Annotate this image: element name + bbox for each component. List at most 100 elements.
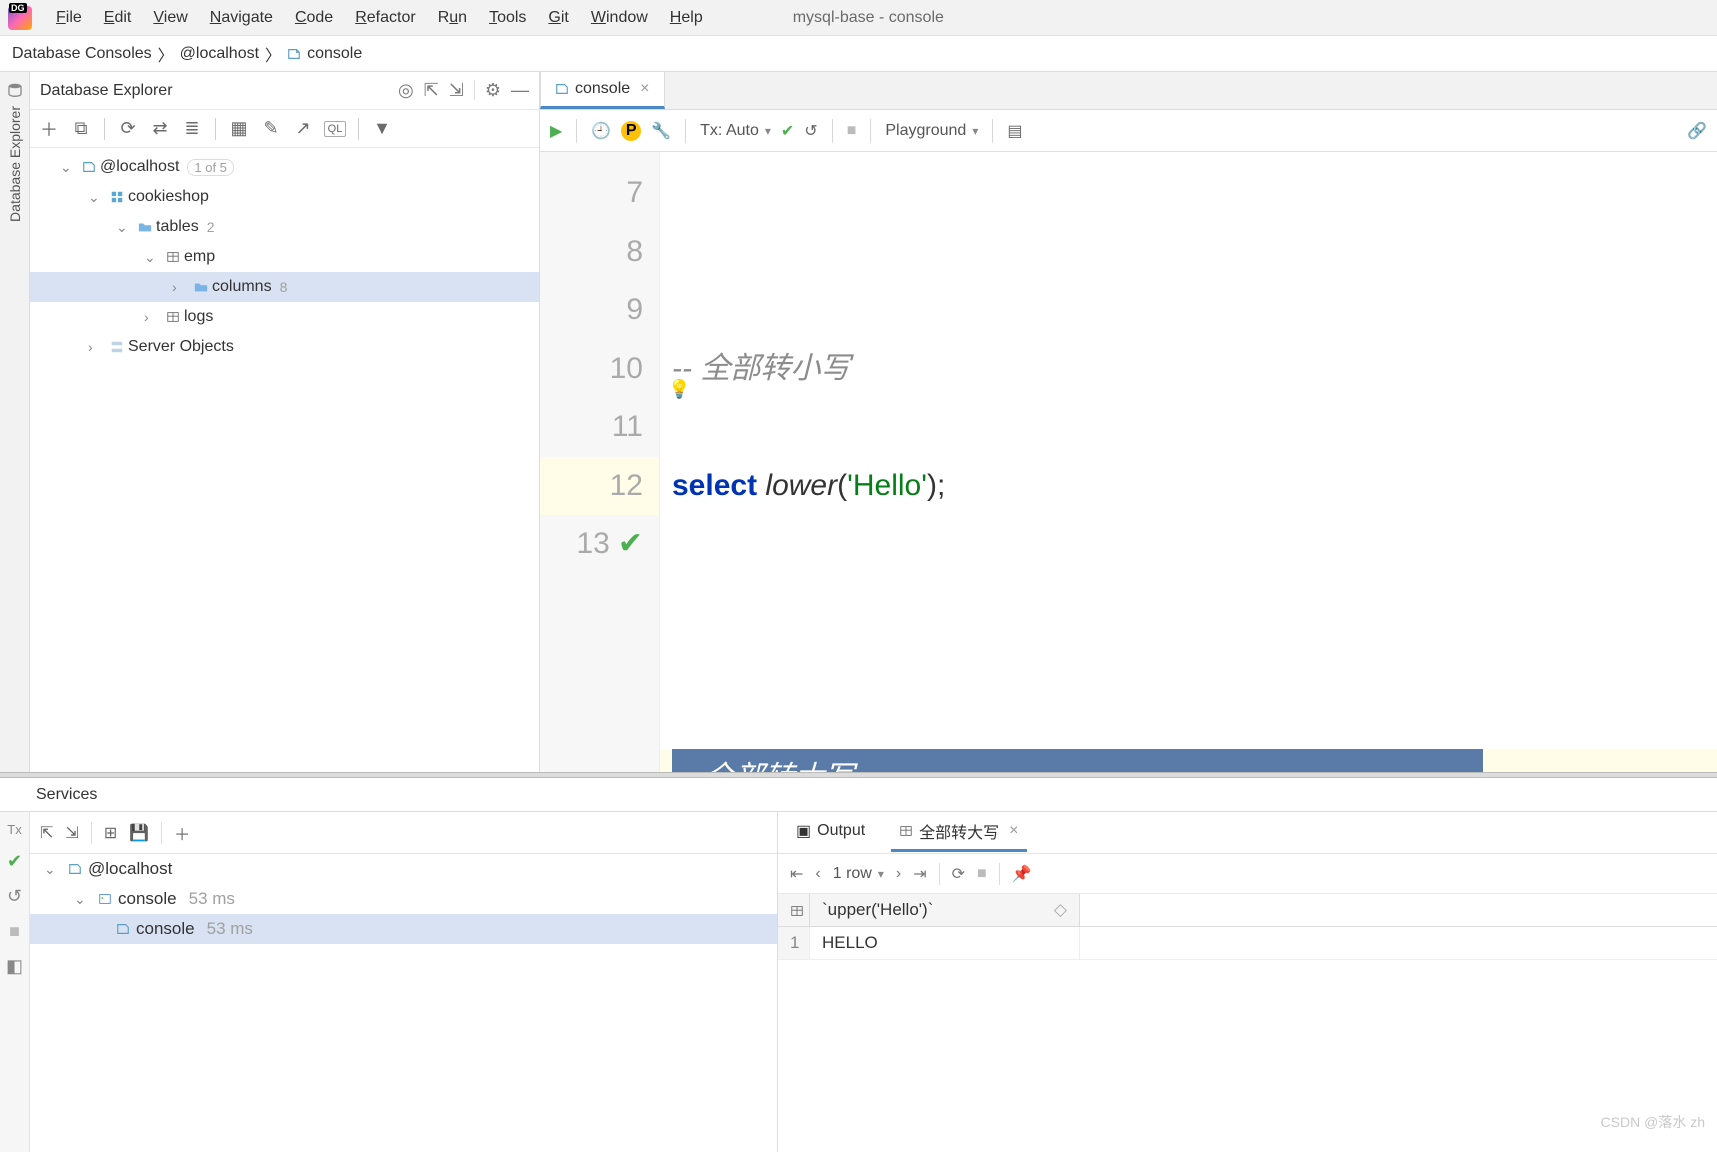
table-icon xyxy=(166,250,180,264)
tree-schema[interactable]: ⌄ cookieshop xyxy=(30,182,539,212)
result-grid[interactable]: `upper('Hello')` ◇ 1 HELLO xyxy=(778,894,1717,960)
edit-icon[interactable]: ✎ xyxy=(260,118,282,139)
bulb-icon[interactable]: 💡 xyxy=(668,372,690,407)
commit-icon[interactable]: ✔ xyxy=(781,121,794,141)
stop-icon[interactable]: ■ xyxy=(9,921,20,942)
menu-code[interactable]: Code xyxy=(285,5,343,31)
link-icon[interactable]: 🔗 xyxy=(1687,121,1707,141)
expand-all-icon[interactable]: ⇱ xyxy=(40,823,53,843)
check-icon[interactable]: ✔ xyxy=(7,851,22,872)
script-icon xyxy=(555,82,569,96)
collapse-icon[interactable]: ⇲ xyxy=(449,80,464,101)
sync-icon[interactable]: ⇄ xyxy=(149,118,171,139)
stop-icon[interactable]: ■ xyxy=(847,122,857,140)
script-icon xyxy=(116,922,130,936)
menu-run[interactable]: Run xyxy=(428,5,477,31)
table-row[interactable]: 1 HELLO xyxy=(778,927,1717,960)
services-tree-panel: ⇱ ⇲ ⊞ 💾 ＋ ⌄ @localhost ⌄ console 53 ms c… xyxy=(30,812,778,1152)
editor-toolbar: ▶ 🕘 P 🔧 Tx: Auto ✔ ↺ ■ Playground ▤ 🔗 xyxy=(540,110,1717,152)
tab-result[interactable]: 全部转大写 × xyxy=(891,813,1026,852)
plan-icon[interactable]: P xyxy=(621,121,641,141)
stack-icon[interactable]: ≣ xyxy=(181,118,203,139)
menu-window[interactable]: Window xyxy=(581,5,658,31)
breadcrumb: Database Consoles 〉 @localhost 〉 console xyxy=(0,36,1717,72)
refresh-icon[interactable]: ⟳ xyxy=(117,118,139,139)
table-emp-label: emp xyxy=(184,248,215,266)
sort-icon[interactable]: ◇ xyxy=(1054,900,1067,920)
stop-icon[interactable]: ■ xyxy=(977,865,987,883)
expand-icon[interactable]: ⇱ xyxy=(424,80,439,101)
code-editor[interactable]: 7 8 9 10 11 12 13✔ -- 全部转小写 select lower… xyxy=(540,152,1717,772)
chevron-down-icon: ⌄ xyxy=(60,159,78,176)
rollback-icon[interactable]: ↺ xyxy=(804,121,817,141)
jump-icon[interactable]: ↗ xyxy=(292,118,314,139)
compare-icon[interactable]: ◧ xyxy=(6,956,23,977)
add-icon[interactable]: ＋ xyxy=(174,821,190,845)
filter-icon[interactable]: ▼ xyxy=(371,118,393,139)
menu-file[interactable]: File xyxy=(46,5,92,31)
tree-host[interactable]: ⌄ @localhost 1 of 5 xyxy=(30,152,539,182)
side-rail-label[interactable]: Database Explorer xyxy=(7,106,23,222)
bc-host[interactable]: @localhost xyxy=(180,45,259,63)
schema-icon xyxy=(110,190,124,204)
layout-icon[interactable]: ▤ xyxy=(1007,121,1022,141)
services-console-group[interactable]: ⌄ console 53 ms xyxy=(30,884,777,914)
menu-tools[interactable]: Tools xyxy=(479,5,536,31)
grid-icon[interactable]: ⊞ xyxy=(104,823,117,843)
tree-server-objects[interactable]: › Server Objects xyxy=(30,332,539,362)
table-icon[interactable]: ▦ xyxy=(228,118,250,139)
cell-value[interactable]: HELLO xyxy=(810,927,1080,959)
table-icon xyxy=(899,824,913,838)
tab-console[interactable]: console × xyxy=(540,72,665,109)
tx-label[interactable]: Tx xyxy=(7,822,21,837)
close-icon[interactable]: × xyxy=(640,80,649,98)
tree-columns[interactable]: › columns 8 xyxy=(30,272,539,302)
wrench-icon[interactable]: 🔧 xyxy=(651,121,671,141)
tab-output[interactable]: ▣ Output xyxy=(788,815,873,850)
run-button[interactable]: ▶ xyxy=(550,121,562,141)
db-toolbar: ＋ ⧉ ⟳ ⇄ ≣ ▦ ✎ ↗ QL ▼ xyxy=(30,110,539,148)
services-host[interactable]: ⌄ @localhost xyxy=(30,854,777,884)
bc-root[interactable]: Database Consoles xyxy=(12,45,152,63)
menu-refactor[interactable]: Refactor xyxy=(345,5,425,31)
collapse-all-icon[interactable]: ⇲ xyxy=(65,823,78,843)
next-page-icon[interactable]: › xyxy=(896,865,901,883)
results-toolbar: ⇤ ‹ 1 row › ⇥ ⟳ ■ 📌 xyxy=(778,854,1717,894)
minimize-icon[interactable]: — xyxy=(511,80,529,101)
tx-mode-dropdown[interactable]: Tx: Auto xyxy=(700,122,771,140)
services-console-item[interactable]: console 53 ms xyxy=(30,914,777,944)
code-lines[interactable]: -- 全部转小写 select lower('Hello'); 💡 -- 全部转… xyxy=(660,152,1717,772)
ql-icon[interactable]: QL xyxy=(324,121,346,137)
last-page-icon[interactable]: ⇥ xyxy=(913,864,926,884)
copy-icon[interactable]: ⧉ xyxy=(70,118,92,139)
close-icon[interactable]: × xyxy=(1009,822,1018,840)
table-logs-label: logs xyxy=(184,308,213,326)
menu-help[interactable]: Help xyxy=(660,5,713,31)
menu-navigate[interactable]: Navigate xyxy=(200,5,283,31)
revert-icon[interactable]: ↺ xyxy=(7,886,22,907)
comment-lower: -- 全部转小写 xyxy=(672,352,850,385)
reload-icon[interactable]: ⟳ xyxy=(952,864,965,884)
database-icon[interactable] xyxy=(7,82,23,98)
first-page-icon[interactable]: ⇤ xyxy=(790,864,803,884)
save-icon[interactable]: 💾 xyxy=(129,823,149,843)
gear-icon[interactable]: ⚙ xyxy=(485,80,501,101)
menu-edit[interactable]: Edit xyxy=(94,5,142,31)
bc-console[interactable]: console xyxy=(307,45,362,63)
rows-dropdown[interactable]: 1 row xyxy=(833,865,884,883)
tree-table-logs[interactable]: › logs xyxy=(30,302,539,332)
menu-view[interactable]: View xyxy=(143,5,197,31)
tree-tables[interactable]: ⌄ tables 2 xyxy=(30,212,539,242)
grid-corner[interactable] xyxy=(778,894,810,926)
menu-git[interactable]: Git xyxy=(538,5,578,31)
prev-page-icon[interactable]: ‹ xyxy=(815,865,820,883)
tree-table-emp[interactable]: ⌄ emp xyxy=(30,242,539,272)
session-dropdown[interactable]: Playground xyxy=(885,122,978,140)
add-icon[interactable]: ＋ xyxy=(38,116,60,142)
history-icon[interactable]: 🕘 xyxy=(591,121,611,141)
results-panel: ▣ Output 全部转大写 × ⇤ ‹ 1 row › ⇥ ⟳ ■ 📌 xyxy=(778,812,1717,1152)
services-title[interactable]: Services xyxy=(0,778,1717,812)
pin-icon[interactable]: 📌 xyxy=(1012,864,1032,884)
target-icon[interactable]: ◎ xyxy=(398,80,414,101)
column-header[interactable]: `upper('Hello')` ◇ xyxy=(810,894,1080,926)
